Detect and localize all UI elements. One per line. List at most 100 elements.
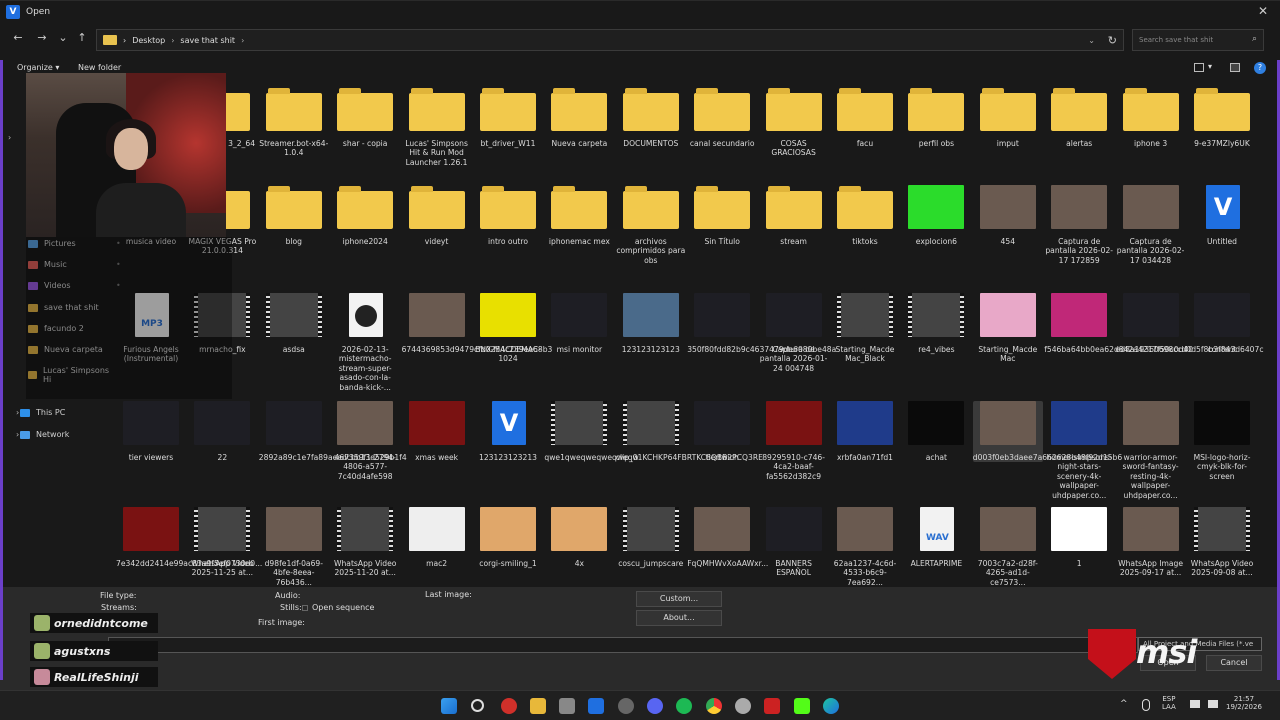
file-item[interactable]: V Untitled bbox=[1187, 185, 1257, 246]
file-item[interactable]: videyt bbox=[402, 185, 472, 246]
file-item[interactable]: 2026-02-13-mistermacho-stream-super-asad… bbox=[330, 293, 400, 392]
file-item[interactable]: 6744369853d9479cfb0254c239ee68b3 bbox=[402, 293, 552, 354]
file-item[interactable]: msi monitor bbox=[544, 293, 614, 354]
preview-pane-icon[interactable] bbox=[1230, 63, 1240, 72]
file-item[interactable]: Captura de pantalla 2026-01-24 004748 bbox=[759, 293, 829, 373]
cancel-button[interactable]: Cancel bbox=[1206, 655, 1262, 671]
file-item[interactable]: Sin Título bbox=[687, 185, 757, 246]
file-item[interactable]: 467359f1-2794-4806-a577-7c40d4afe598 bbox=[330, 401, 400, 481]
language-indicator[interactable]: ESP LAA bbox=[1162, 695, 1176, 711]
file-item[interactable]: WhatsApp Video 2025-11-25 at... bbox=[187, 507, 257, 578]
custom-button[interactable]: Custom... bbox=[636, 591, 722, 607]
file-item[interactable]: archivos comprimidos para obs bbox=[616, 185, 686, 265]
file-item[interactable]: 7e342dd2414e99ac83a9f5ef0730d0... bbox=[116, 507, 262, 568]
file-item[interactable]: 4x bbox=[544, 507, 614, 568]
file-item[interactable]: canal secundario bbox=[687, 87, 757, 148]
file-item[interactable]: asdsa bbox=[259, 293, 329, 354]
file-item[interactable]: stream bbox=[759, 185, 829, 246]
expand-chevron-icon[interactable]: › bbox=[16, 430, 19, 439]
file-item[interactable]: 89295910-c746-4ca2-baaf-fa5562d382c9 bbox=[759, 401, 829, 481]
sidebar-item-this-pc[interactable]: › This PC bbox=[16, 408, 65, 417]
change-view-icon[interactable] bbox=[1194, 63, 1204, 72]
back-button[interactable]: ← bbox=[10, 31, 26, 44]
file-item[interactable]: facu bbox=[830, 87, 900, 148]
tray-chevron-icon[interactable]: ^ bbox=[1120, 699, 1128, 709]
file-item[interactable]: Streamer.bot-x64-1.0.4 bbox=[259, 87, 329, 158]
refresh-icon[interactable]: ↻ bbox=[1108, 34, 1117, 47]
file-item[interactable]: MSI-logo-horiz-cmyk-blk-for-screen bbox=[1187, 401, 1257, 481]
file-item[interactable]: WhatsApp Video 2025-09-08 at... bbox=[1187, 507, 1257, 578]
file-item[interactable]: 2892a89c1e7fa89aeedcbb13d529b1f4 bbox=[259, 401, 407, 462]
organize-button[interactable]: Organize ▾ bbox=[17, 63, 59, 72]
app-circle-icon[interactable] bbox=[735, 698, 751, 714]
file-item[interactable]: Starting_Macde Mac bbox=[973, 293, 1043, 364]
kick-icon[interactable] bbox=[794, 698, 810, 714]
vegas-icon[interactable] bbox=[588, 698, 604, 714]
file-item[interactable]: 350f80fdd82b9c4637479de6080be48a bbox=[687, 293, 836, 354]
search-icon[interactable] bbox=[471, 699, 484, 712]
file-item[interactable]: achat bbox=[901, 401, 971, 462]
file-item[interactable]: perfil obs bbox=[901, 87, 971, 148]
file-item[interactable]: re4_vibes bbox=[901, 293, 971, 354]
obs-icon[interactable] bbox=[618, 698, 634, 714]
file-item[interactable]: imput bbox=[973, 87, 1043, 148]
file-item[interactable]: Starting_Macde Mac_Black bbox=[830, 293, 900, 364]
file-item[interactable]: f546ba64bb0ea62d842a4217f50c0d40 bbox=[1044, 293, 1193, 354]
file-item[interactable]: iphone 3 bbox=[1116, 87, 1186, 148]
file-item[interactable]: tiertwich bbox=[687, 401, 757, 462]
file-item[interactable]: 9-e37MZly6UK bbox=[1187, 87, 1257, 148]
app-red-icon[interactable] bbox=[501, 698, 517, 714]
sidebar-item-network[interactable]: › Network bbox=[16, 430, 69, 439]
breadcrumb-desktop[interactable]: Desktop bbox=[132, 36, 165, 45]
file-item[interactable]: tier viewers bbox=[116, 401, 186, 462]
file-item[interactable]: mac2 bbox=[402, 507, 472, 568]
file-item[interactable]: 123123123123 bbox=[616, 293, 686, 354]
file-name-input[interactable] bbox=[108, 637, 1138, 653]
open-sequence-checkbox[interactable]: Open sequence bbox=[302, 603, 374, 612]
file-item[interactable]: d003f0eb3daee7a662628b48f92d15b6 bbox=[972, 401, 1122, 463]
file-item[interactable]: blog bbox=[259, 185, 329, 246]
app-gray-icon[interactable] bbox=[559, 698, 575, 714]
search-input[interactable]: Search save that shit ⌕ bbox=[1132, 29, 1264, 51]
file-item[interactable]: BNX-MACDEMAC-1024 bbox=[473, 293, 543, 364]
file-item[interactable]: WAV ALERTAPRIME bbox=[901, 507, 971, 568]
file-item[interactable]: COSAS GRACIOSAS bbox=[759, 87, 829, 158]
about-button[interactable]: About... bbox=[636, 610, 722, 626]
file-item[interactable]: tiktoks bbox=[830, 185, 900, 246]
close-icon[interactable]: ✕ bbox=[1258, 4, 1268, 18]
file-item[interactable]: iphone2024 bbox=[330, 185, 400, 246]
file-item[interactable]: FqQMHWvXoAAWxr... bbox=[687, 507, 768, 568]
voicemeeter-icon[interactable] bbox=[764, 698, 780, 714]
file-item[interactable]: corgi-smiling_1 bbox=[473, 507, 543, 568]
expand-chevron-icon[interactable]: › bbox=[16, 408, 19, 417]
file-item[interactable]: d98fe1df-0a69-4bfe-8eea-76b436... bbox=[259, 507, 329, 587]
microphone-icon[interactable] bbox=[1142, 699, 1150, 711]
start-icon[interactable] bbox=[441, 698, 457, 714]
file-item[interactable]: 454 bbox=[973, 185, 1043, 246]
file-item[interactable]: xrbfa0an71fd1 bbox=[830, 401, 900, 462]
file-item[interactable]: DOCUMENTOS bbox=[616, 87, 686, 148]
file-item[interactable]: Captura de pantalla 2026-02-17 034428 bbox=[1116, 185, 1186, 265]
file-item[interactable]: WhatsApp Video 2025-11-20 at... bbox=[330, 507, 400, 578]
file-item[interactable]: 1 bbox=[1044, 507, 1114, 568]
file-item[interactable]: warrior-armor-sword-fantasy-resting-4k-w… bbox=[1116, 401, 1186, 500]
breadcrumb-current[interactable]: save that shit bbox=[180, 36, 235, 45]
chrome-icon[interactable] bbox=[706, 698, 722, 714]
file-item[interactable]: BANNERS ESPAÑOL bbox=[759, 507, 829, 578]
edge-icon[interactable] bbox=[823, 698, 839, 714]
file-item[interactable]: Captura de pantalla 2026-02-17 172859 bbox=[1044, 185, 1114, 265]
file-item[interactable]: coscu_jumpscare bbox=[616, 507, 686, 568]
view-dropdown-icon[interactable]: ▾ bbox=[1208, 62, 1212, 71]
file-item[interactable]: 62aa1237-4c6d-4533-b6c9-7ea692... bbox=[830, 507, 900, 587]
expand-chevron-icon[interactable]: › bbox=[8, 133, 11, 142]
file-item[interactable]: 7003c7a2-d28f-4265-ad1d-ce7573... bbox=[973, 507, 1043, 587]
file-item[interactable]: shar - copia bbox=[330, 87, 400, 148]
file-item[interactable]: WhatsApp Image 2025-09-17 at... bbox=[1116, 507, 1186, 578]
file-explorer-icon[interactable] bbox=[530, 698, 546, 714]
volume-icon[interactable] bbox=[1208, 700, 1218, 708]
discord-icon[interactable] bbox=[647, 698, 663, 714]
address-bar[interactable]: › Desktop › save that shit › ⌄ ↻ bbox=[96, 29, 1124, 51]
recent-dropdown-icon[interactable]: ⌄ bbox=[55, 31, 71, 44]
file-item[interactable]: clip_01KCHKP64FBRTKC8QBB2PCQ3RE bbox=[616, 401, 763, 462]
address-dropdown-icon[interactable]: ⌄ bbox=[1088, 36, 1095, 45]
